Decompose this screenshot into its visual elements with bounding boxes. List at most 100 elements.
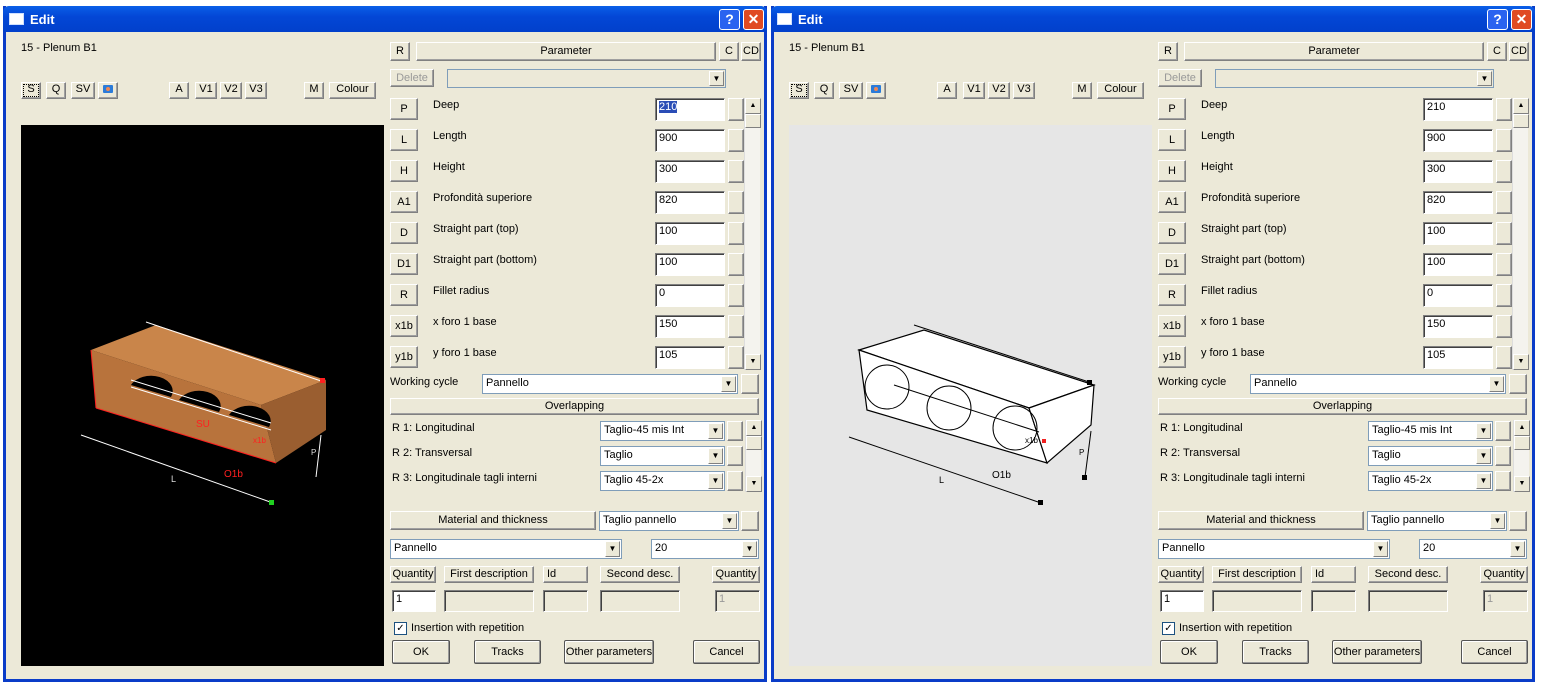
view-q-button[interactable]: Q xyxy=(46,82,66,99)
overlap-select[interactable]: Taglio ▼ xyxy=(1368,446,1493,466)
view-s-button[interactable]: S xyxy=(21,82,41,99)
view-v2-button[interactable]: V2 xyxy=(988,82,1010,99)
param-code-button[interactable]: x1b xyxy=(390,315,418,337)
param-extra-button[interactable] xyxy=(728,315,744,338)
cut-select[interactable]: Taglio pannello ▼ xyxy=(599,511,739,531)
second-desc-input[interactable] xyxy=(1368,590,1448,612)
overlap-select[interactable]: Taglio-45 mis Int ▼ xyxy=(1368,421,1493,441)
render-view[interactable]: L O1b SU x1b P xyxy=(21,125,384,666)
r-button[interactable]: R xyxy=(1158,42,1178,61)
param-code-button[interactable]: P xyxy=(1158,98,1186,120)
title-bar[interactable]: Edit ? ✕ xyxy=(771,6,1535,32)
param-extra-button[interactable] xyxy=(1496,284,1512,307)
cut-extra-button[interactable] xyxy=(1509,511,1527,531)
scroll-down-icon[interactable]: ▼ xyxy=(1514,476,1530,492)
view-a-button[interactable]: A xyxy=(937,82,957,99)
delete-combo[interactable]: ▼ xyxy=(1215,69,1494,88)
overlap-extra-button[interactable] xyxy=(727,471,743,491)
render-view[interactable]: L O1b x1b P xyxy=(789,125,1152,666)
camera-button[interactable] xyxy=(98,82,118,99)
view-m-button[interactable]: M xyxy=(304,82,324,99)
material-select[interactable]: Pannello ▼ xyxy=(1158,539,1390,559)
c-button[interactable]: C xyxy=(1487,42,1507,61)
param-code-button[interactable]: D1 xyxy=(1158,253,1186,275)
param-extra-button[interactable] xyxy=(1496,98,1512,121)
scroll-thumb[interactable] xyxy=(746,436,762,450)
colour-button[interactable]: Colour xyxy=(329,82,376,99)
param-value-input[interactable]: 100 xyxy=(1423,222,1493,245)
ok-button[interactable]: OK xyxy=(392,640,450,664)
param-code-button[interactable]: y1b xyxy=(1158,346,1186,368)
view-a-button[interactable]: A xyxy=(169,82,189,99)
insertion-checkbox[interactable]: ✓ xyxy=(394,622,407,635)
param-value-input[interactable]: 300 xyxy=(655,160,725,183)
working-cycle-extra-button[interactable] xyxy=(741,374,759,394)
overlap-scrollbar[interactable]: ▲ ▼ xyxy=(1513,420,1530,492)
param-code-button[interactable]: R xyxy=(1158,284,1186,306)
quantity-input[interactable]: 1 xyxy=(1160,590,1204,612)
scroll-up-icon[interactable]: ▲ xyxy=(745,98,761,114)
cd-button[interactable]: CD xyxy=(741,42,761,61)
param-extra-button[interactable] xyxy=(728,98,744,121)
param-extra-button[interactable] xyxy=(728,160,744,183)
close-button[interactable]: ✕ xyxy=(1511,9,1532,30)
view-sv-button[interactable]: SV xyxy=(71,82,95,99)
cancel-button[interactable]: Cancel xyxy=(693,640,760,664)
insertion-checkbox[interactable]: ✓ xyxy=(1162,622,1175,635)
view-v1-button[interactable]: V1 xyxy=(195,82,217,99)
param-value-input[interactable]: 0 xyxy=(655,284,725,307)
id-input[interactable] xyxy=(543,590,588,612)
param-code-button[interactable]: L xyxy=(390,129,418,151)
param-value-input[interactable]: 210 xyxy=(1423,98,1493,121)
param-value-input[interactable]: 210 xyxy=(655,98,725,121)
param-extra-button[interactable] xyxy=(728,129,744,152)
param-code-button[interactable]: D xyxy=(1158,222,1186,244)
close-button[interactable]: ✕ xyxy=(743,9,764,30)
param-code-button[interactable]: H xyxy=(390,160,418,182)
cut-extra-button[interactable] xyxy=(741,511,759,531)
overlap-extra-button[interactable] xyxy=(727,446,743,466)
param-extra-button[interactable] xyxy=(728,284,744,307)
param-scrollbar[interactable]: ▲ ▼ xyxy=(1512,98,1529,370)
quantity-input[interactable]: 1 xyxy=(392,590,436,612)
param-value-input[interactable]: 300 xyxy=(1423,160,1493,183)
param-extra-button[interactable] xyxy=(1496,346,1512,369)
param-value-input[interactable]: 0 xyxy=(1423,284,1493,307)
param-extra-button[interactable] xyxy=(1496,315,1512,338)
param-scrollbar[interactable]: ▲ ▼ xyxy=(744,98,761,370)
param-code-button[interactable]: A1 xyxy=(1158,191,1186,213)
param-value-input[interactable]: 900 xyxy=(1423,129,1493,152)
param-value-input[interactable]: 100 xyxy=(655,222,725,245)
param-value-input[interactable]: 820 xyxy=(655,191,725,214)
thickness-select[interactable]: 20 ▼ xyxy=(651,539,759,559)
view-sv-button[interactable]: SV xyxy=(839,82,863,99)
cut-select[interactable]: Taglio pannello ▼ xyxy=(1367,511,1507,531)
tracks-button[interactable]: Tracks xyxy=(1242,640,1309,664)
overlap-scrollbar[interactable]: ▲ ▼ xyxy=(745,420,762,492)
delete-button[interactable]: Delete xyxy=(390,69,434,87)
cd-button[interactable]: CD xyxy=(1509,42,1529,61)
param-extra-button[interactable] xyxy=(728,222,744,245)
help-button[interactable]: ? xyxy=(719,9,740,30)
scroll-up-icon[interactable]: ▲ xyxy=(1513,98,1529,114)
quantity2-input[interactable]: 1 xyxy=(715,590,760,612)
camera-button[interactable] xyxy=(866,82,886,99)
ok-button[interactable]: OK xyxy=(1160,640,1218,664)
view-q-button[interactable]: Q xyxy=(814,82,834,99)
r-button[interactable]: R xyxy=(390,42,410,61)
overlap-select[interactable]: Taglio ▼ xyxy=(600,446,725,466)
scroll-thumb[interactable] xyxy=(1514,436,1530,450)
scroll-up-icon[interactable]: ▲ xyxy=(1514,420,1530,436)
scroll-down-icon[interactable]: ▼ xyxy=(746,476,762,492)
scroll-thumb[interactable] xyxy=(745,114,761,128)
overlap-extra-button[interactable] xyxy=(1495,421,1511,441)
view-v3-button[interactable]: V3 xyxy=(1013,82,1035,99)
title-bar[interactable]: Edit ? ✕ xyxy=(3,6,767,32)
overlap-extra-button[interactable] xyxy=(727,421,743,441)
param-value-input[interactable]: 150 xyxy=(1423,315,1493,338)
view-s-button[interactable]: S xyxy=(789,82,809,99)
tracks-button[interactable]: Tracks xyxy=(474,640,541,664)
param-value-input[interactable]: 150 xyxy=(655,315,725,338)
delete-combo[interactable]: ▼ xyxy=(447,69,726,88)
param-extra-button[interactable] xyxy=(728,346,744,369)
